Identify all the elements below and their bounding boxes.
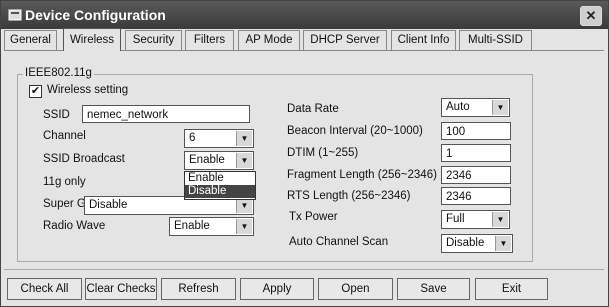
close-icon[interactable]: ✕ — [580, 6, 602, 26]
chevron-down-icon[interactable]: ▼ — [492, 100, 508, 115]
title-bar: Device Configuration ✕ — [1, 1, 608, 29]
beacon-interval-input[interactable]: 100 — [441, 122, 511, 140]
group-title: IEEE802.11g — [23, 67, 94, 79]
ssid-label: SSID — [43, 109, 70, 121]
tab-filters[interactable]: Filters — [185, 30, 234, 50]
data-rate-select[interactable]: Auto ▼ — [441, 98, 510, 117]
tx-power-select[interactable]: Full ▼ — [441, 210, 510, 229]
auto-channel-scan-value: Disable — [446, 237, 485, 249]
tab-dhcp-server[interactable]: DHCP Server — [303, 30, 387, 50]
check-all-button[interactable]: Check All — [7, 278, 82, 300]
clear-checks-button[interactable]: Clear Checks — [85, 278, 157, 300]
ssid-broadcast-value: Enable — [189, 154, 225, 166]
rts-length-label: RTS Length (256~2346) — [287, 190, 411, 202]
chevron-down-icon[interactable]: ▼ — [236, 153, 252, 168]
dropdown-option-enable[interactable]: Enable — [185, 172, 255, 185]
tab-multi-ssid[interactable]: Multi-SSID — [459, 30, 532, 50]
fragment-length-label: Fragment Length (256~2346) — [287, 169, 437, 181]
wireless-setting-checkbox[interactable]: ✔ — [29, 85, 42, 98]
channel-select[interactable]: 6 ▼ — [184, 129, 254, 148]
chevron-down-icon[interactable]: ▼ — [236, 219, 252, 234]
chevron-down-icon[interactable]: ▼ — [495, 236, 511, 251]
save-button[interactable]: Save — [397, 278, 470, 300]
radio-wave-label: Radio Wave — [43, 220, 106, 232]
ssid-broadcast-select[interactable]: Enable ▼ — [184, 151, 254, 170]
dtim-input[interactable]: 1 — [441, 144, 511, 162]
button-divider — [4, 269, 604, 270]
tab-general[interactable]: General — [4, 30, 57, 50]
radio-wave-value: Enable — [174, 220, 210, 232]
super-g-value: Disable — [89, 199, 128, 211]
beacon-interval-label: Beacon Interval (20~1000) — [287, 125, 423, 137]
tab-wireless[interactable]: Wireless — [63, 28, 121, 51]
fragment-length-input[interactable]: 2346 — [441, 166, 511, 184]
super-g-label: Super G — [43, 198, 86, 210]
tx-power-value: Full — [446, 213, 465, 225]
dropdown-option-disable[interactable]: Disable — [185, 185, 255, 198]
refresh-button[interactable]: Refresh — [161, 278, 236, 300]
open-button[interactable]: Open — [318, 278, 393, 300]
auto-channel-scan-select[interactable]: Disable ▼ — [441, 234, 513, 253]
ssid-input[interactable]: nemec_network — [82, 105, 250, 123]
wireless-setting-label: Wireless setting — [47, 84, 129, 96]
tx-power-label: Tx Power — [289, 211, 338, 223]
data-rate-value: Auto — [446, 101, 470, 113]
app-icon — [8, 9, 22, 21]
rts-length-input[interactable]: 2346 — [441, 187, 511, 205]
ssid-broadcast-label: SSID Broadcast — [43, 153, 125, 165]
data-rate-label: Data Rate — [287, 103, 339, 115]
exit-button[interactable]: Exit — [475, 278, 548, 300]
dtim-label: DTIM (1~255) — [287, 147, 359, 159]
chevron-down-icon[interactable]: ▼ — [492, 212, 508, 227]
radio-wave-select[interactable]: Enable ▼ — [169, 217, 254, 236]
window-title: Device Configuration — [25, 7, 166, 23]
ssid-broadcast-dropdown: Enable Disable — [184, 171, 256, 200]
auto-channel-scan-label: Auto Channel Scan — [289, 236, 389, 248]
device-configuration-window: Device Configuration ✕ General Wireless … — [0, 0, 609, 307]
chevron-down-icon[interactable]: ▼ — [236, 198, 252, 213]
tab-client-info[interactable]: Client Info — [391, 30, 456, 50]
apply-button[interactable]: Apply — [240, 278, 314, 300]
chevron-down-icon[interactable]: ▼ — [236, 131, 252, 146]
channel-label: Channel — [43, 130, 86, 142]
tab-security[interactable]: Security — [125, 30, 182, 50]
tab-ap-mode[interactable]: AP Mode — [238, 30, 300, 50]
11g-only-label: 11g only — [43, 176, 86, 188]
channel-value: 6 — [189, 132, 196, 144]
